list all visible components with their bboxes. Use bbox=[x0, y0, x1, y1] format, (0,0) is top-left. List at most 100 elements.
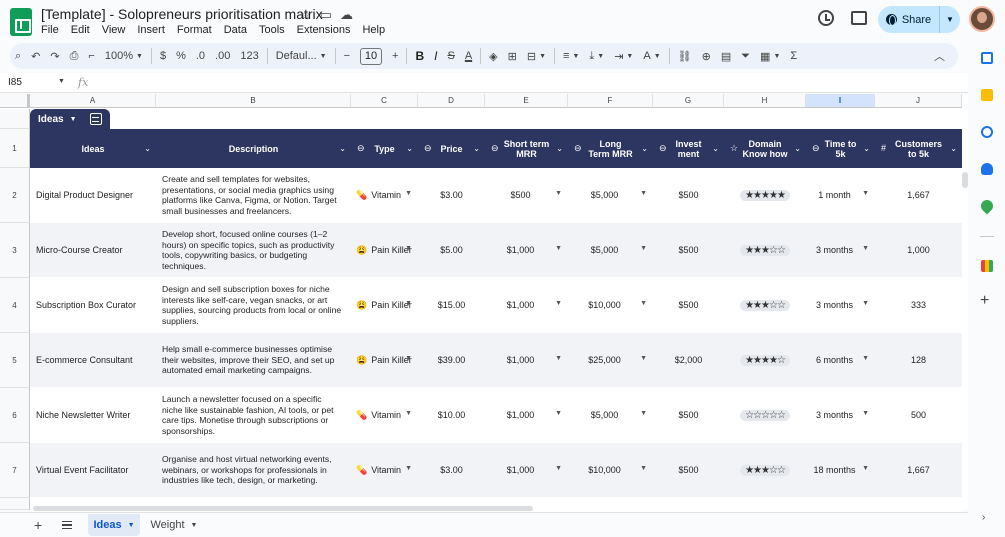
chevron-down-icon[interactable]: ▼ bbox=[640, 410, 647, 417]
filter-views-icon[interactable]: ▦ ▼ bbox=[755, 45, 785, 67]
idea-cell[interactable]: E-commerce Consultant bbox=[30, 333, 156, 387]
calendar-icon[interactable] bbox=[981, 52, 993, 64]
column-header-c[interactable]: C bbox=[351, 94, 418, 108]
type-cell[interactable]: 😩 Pain Killer ▼ bbox=[351, 223, 418, 277]
chevron-down-icon[interactable]: ⌄ bbox=[339, 144, 346, 154]
long-term-mrr-cell[interactable]: $10,000 ▼ bbox=[568, 278, 653, 332]
time-to-5k-cell[interactable]: 6 months ▼ bbox=[806, 333, 875, 387]
description-cell[interactable]: Help small e-commerce businesses optimis… bbox=[156, 333, 351, 387]
chevron-down-icon[interactable]: ▼ bbox=[640, 245, 647, 252]
type-cell[interactable]: 💊 Vitamin ▼ bbox=[351, 443, 418, 497]
chevron-down-icon[interactable]: ▼ bbox=[405, 410, 412, 417]
filter-icon[interactable]: ⏷ bbox=[736, 45, 755, 67]
comments-icon[interactable] bbox=[851, 11, 867, 25]
type-cell[interactable]: 💊 Vitamin ▼ bbox=[351, 168, 418, 222]
add-sheet-icon[interactable]: + bbox=[34, 517, 42, 533]
star-icon[interactable]: ☆ bbox=[300, 7, 312, 23]
customers-to-5k-cell[interactable]: 128 bbox=[875, 333, 962, 387]
horizontal-scrollbar-thumb[interactable] bbox=[33, 506, 533, 511]
menu-file[interactable]: File bbox=[41, 24, 59, 36]
chevron-down-icon[interactable]: ▼ bbox=[555, 465, 562, 472]
price-cell[interactable]: $39.00 bbox=[418, 333, 485, 387]
row-header-2[interactable]: 2 bbox=[0, 168, 30, 223]
chevron-down-icon[interactable]: ⌄ bbox=[406, 144, 413, 154]
decrease-font-size-button[interactable]: − bbox=[339, 45, 355, 67]
header-long-term-mrr[interactable]: ⊖ Long Term MRR ⌄ bbox=[568, 129, 653, 168]
star-rating-icon[interactable]: ☆☆☆☆☆ bbox=[740, 409, 790, 421]
time-to-5k-cell[interactable]: 3 months ▼ bbox=[806, 278, 875, 332]
borders-icon[interactable]: ⊞ bbox=[503, 45, 522, 67]
domain-know-how-cell[interactable]: ☆☆☆☆☆ bbox=[724, 388, 806, 442]
chevron-down-icon[interactable]: ▼ bbox=[70, 116, 77, 123]
chevron-down-icon[interactable]: ▼ bbox=[640, 190, 647, 197]
chevron-down-icon[interactable]: ⌄ bbox=[712, 144, 719, 154]
long-term-mrr-cell[interactable]: $5,000 ▼ bbox=[568, 223, 653, 277]
column-header-j[interactable]: J bbox=[875, 94, 962, 108]
time-to-5k-cell[interactable]: 3 months ▼ bbox=[806, 223, 875, 277]
insert-comment-icon[interactable]: ⊕ bbox=[697, 45, 716, 67]
undo-icon[interactable]: ↶ bbox=[26, 45, 45, 67]
investment-cell[interactable]: $2,000 bbox=[653, 333, 724, 387]
font-size-value[interactable]: 10 bbox=[360, 47, 383, 65]
price-cell[interactable]: $5.00 bbox=[418, 223, 485, 277]
share-main[interactable]: Share bbox=[878, 6, 940, 33]
customers-to-5k-cell[interactable]: 500 bbox=[875, 388, 962, 442]
zoom-select[interactable]: 100% ▼ bbox=[100, 45, 148, 67]
domain-know-how-cell[interactable]: ★★★☆☆ bbox=[724, 278, 806, 332]
menu-view[interactable]: View bbox=[102, 24, 126, 36]
more-formats-button[interactable]: 123 bbox=[235, 45, 263, 67]
description-cell[interactable]: Organise and host virtual networking eve… bbox=[156, 443, 351, 497]
chevron-down-icon[interactable]: ▼ bbox=[862, 465, 869, 472]
customers-to-5k-cell[interactable]: 1,667 bbox=[875, 443, 962, 497]
increase-decimal-button[interactable]: .00 bbox=[210, 45, 235, 67]
tasks-icon[interactable] bbox=[981, 126, 993, 138]
header-customers-to-5k[interactable]: # Customers to 5k ⌄ bbox=[875, 129, 962, 168]
vertical-align-icon[interactable]: ⤓ ▼ bbox=[584, 45, 609, 67]
chevron-down-icon[interactable]: ▼ bbox=[128, 522, 135, 529]
chevron-down-icon[interactable]: ▼ bbox=[555, 190, 562, 197]
chevron-down-icon[interactable]: ⌄ bbox=[641, 144, 648, 154]
avatar[interactable] bbox=[969, 6, 995, 32]
header-price[interactable]: ⊖ Price ⌄ bbox=[418, 129, 485, 168]
column-header-h[interactable]: H bbox=[724, 94, 806, 108]
chevron-down-icon[interactable]: ▼ bbox=[555, 245, 562, 252]
contacts-icon[interactable] bbox=[981, 163, 993, 175]
chevron-down-icon[interactable]: ▼ bbox=[191, 522, 198, 529]
type-chip[interactable]: 💊 Vitamin bbox=[356, 190, 401, 201]
domain-know-how-cell[interactable]: ★★★★★ bbox=[724, 168, 806, 222]
maps-icon[interactable] bbox=[978, 197, 996, 215]
chevron-down-icon[interactable]: ▼ bbox=[405, 300, 412, 307]
spreadsheet-grid[interactable]: A B C D E F G H I J 1 2 3 4 5 6 7 Ideas … bbox=[0, 94, 962, 510]
type-chip[interactable]: 😩 Pain Killer bbox=[356, 300, 412, 311]
idea-cell[interactable]: Micro-Course Creator bbox=[30, 223, 156, 277]
chevron-down-icon[interactable]: ▼ bbox=[862, 355, 869, 362]
share-button[interactable]: Share ▼ bbox=[878, 6, 960, 33]
type-cell[interactable]: 😩 Pain Killer ▼ bbox=[351, 333, 418, 387]
addon-icon[interactable] bbox=[981, 260, 993, 272]
time-to-5k-cell[interactable]: 3 months ▼ bbox=[806, 388, 875, 442]
chevron-down-icon[interactable]: ▼ bbox=[862, 245, 869, 252]
idea-cell[interactable]: Niche Newsletter Writer bbox=[30, 388, 156, 442]
column-header-e[interactable]: E bbox=[485, 94, 568, 108]
header-short-term-mrr[interactable]: ⊖ Short term MRR ⌄ bbox=[485, 129, 568, 168]
chevron-right-icon[interactable]: › bbox=[982, 512, 985, 523]
price-cell[interactable]: $15.00 bbox=[418, 278, 485, 332]
long-term-mrr-cell[interactable]: $5,000 ▼ bbox=[568, 168, 653, 222]
description-cell[interactable]: Develop short, focused online courses (1… bbox=[156, 223, 351, 277]
menu-insert[interactable]: Insert bbox=[137, 24, 165, 36]
menu-tools[interactable]: Tools bbox=[259, 24, 285, 36]
short-term-mrr-cell[interactable]: $1,000 ▼ bbox=[485, 278, 568, 332]
time-to-5k-cell[interactable]: 18 months ▼ bbox=[806, 443, 875, 497]
short-term-mrr-cell[interactable]: $1,000 ▼ bbox=[485, 333, 568, 387]
investment-cell[interactable]: $500 bbox=[653, 223, 724, 277]
version-history-icon[interactable] bbox=[818, 10, 834, 26]
get-addons-icon[interactable]: + bbox=[980, 292, 989, 310]
row-header-5[interactable]: 5 bbox=[0, 333, 30, 388]
column-header-b[interactable]: B bbox=[156, 94, 351, 108]
header-time-to-5k[interactable]: ⊖ Time to 5k ⌄ bbox=[806, 129, 875, 168]
chevron-down-icon[interactable]: ▼ bbox=[555, 410, 562, 417]
chevron-down-icon[interactable]: ⌄ bbox=[144, 144, 151, 154]
short-term-mrr-cell[interactable]: $1,000 ▼ bbox=[485, 443, 568, 497]
chevron-down-icon[interactable]: ⌄ bbox=[556, 144, 563, 154]
menu-edit[interactable]: Edit bbox=[71, 24, 90, 36]
